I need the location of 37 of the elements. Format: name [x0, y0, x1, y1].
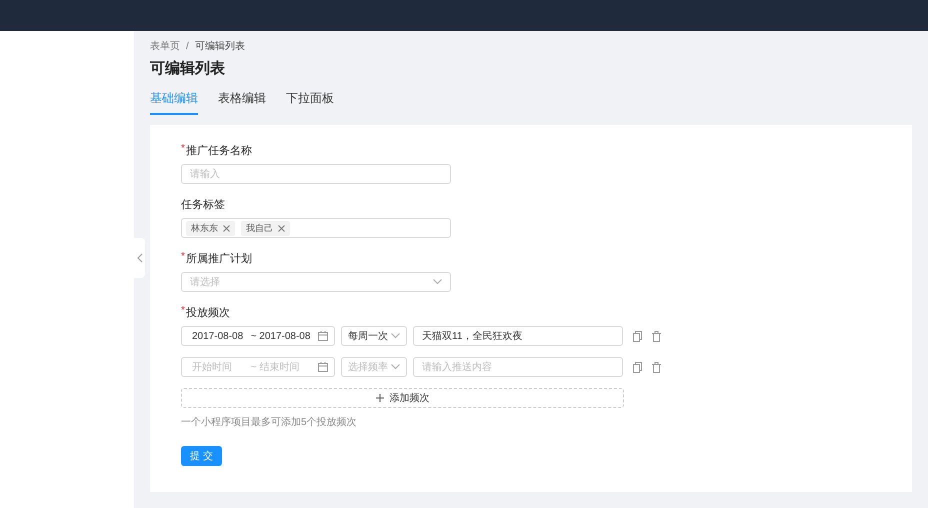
field-label: 投放频次	[186, 306, 230, 320]
tab[interactable]: 表格编辑	[218, 90, 266, 115]
field-label: 推广任务名称	[186, 144, 252, 158]
calendar-icon	[318, 362, 328, 372]
chevron-left-icon	[136, 253, 142, 263]
hint-text: 一个小程序项目最多可添加5个投放频次	[181, 416, 358, 429]
page-title: 可编辑列表	[150, 59, 226, 78]
chevron-down-icon	[391, 333, 400, 339]
breadcrumb-separator: /	[186, 40, 189, 52]
copy-icon[interactable]	[633, 362, 642, 372]
chevron-down-icon	[391, 364, 400, 370]
trash-icon[interactable]	[652, 362, 661, 372]
tags-field[interactable]: 林东东 我自己	[181, 218, 451, 238]
field-label: 所属推广计划	[186, 252, 252, 266]
required-mark: *	[181, 251, 185, 262]
tab[interactable]: 下拉面板	[286, 90, 334, 115]
add-button[interactable]: 添加频次	[181, 388, 624, 408]
calendar-icon	[318, 331, 328, 341]
input-field[interactable]: 天猫双11，全民狂欢夜	[413, 326, 623, 346]
close-icon[interactable]	[223, 224, 230, 232]
input-field[interactable]: 请输入	[181, 164, 451, 184]
plus-icon	[376, 394, 384, 402]
date-range-field[interactable]: 2017-08-08 ~ 2017-08-08	[181, 326, 335, 346]
chevron-down-icon	[433, 279, 442, 285]
select-field[interactable]: 每周一次	[341, 326, 407, 346]
field-label: 任务标签	[181, 198, 225, 212]
trash-icon[interactable]	[652, 330, 661, 342]
tag: 林东东	[186, 220, 235, 236]
required-mark: *	[181, 143, 185, 154]
copy-icon[interactable]	[633, 330, 642, 342]
close-icon[interactable]	[278, 224, 285, 232]
tag: 我自己	[241, 220, 290, 236]
breadcrumb-item: 可编辑列表	[194, 40, 245, 53]
required-mark: *	[181, 305, 185, 316]
input-field[interactable]: 请输入推送内容	[413, 357, 623, 377]
collapse-button[interactable]	[134, 238, 145, 278]
breadcrumb-item[interactable]: 表单页	[150, 39, 180, 53]
